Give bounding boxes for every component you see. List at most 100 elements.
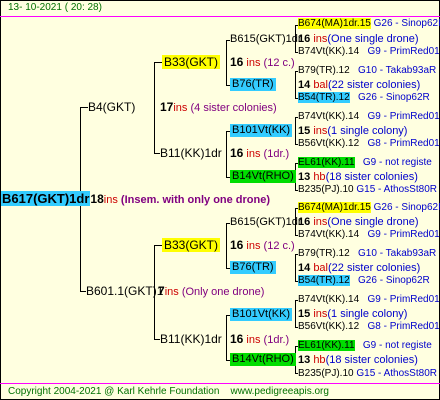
g1-num: 7 <box>158 284 165 298</box>
g1-num: 17 <box>160 100 174 114</box>
g3-info-7: 15 ins(1 single colony) <box>298 308 407 321</box>
g4-node-11[interactable]: B79(TR).12 G10 - Takab93aR <box>298 248 436 260</box>
g4-name: B235(PJ).10 <box>298 184 354 195</box>
g3-ins: bal <box>313 262 328 274</box>
root-note: (Insem. with only one drone) <box>120 194 271 206</box>
g4-node-14[interactable]: B56Vt(KK).12 G8 - PrimRed01 <box>298 321 440 333</box>
g4-node-2[interactable]: B74Vt(KK).14 G9 - PrimRed01 <box>298 46 440 58</box>
g3-info-6: 14 bal(22 sister colonies) <box>298 262 420 275</box>
g3-name: B101Vt(KK) <box>232 308 291 320</box>
g4-note: G26 - Sinop62R <box>373 18 440 29</box>
connector <box>226 131 227 177</box>
g4-note: G9 - not registe <box>362 340 432 351</box>
g3-num: 15 <box>298 308 311 320</box>
g4-node-5[interactable]: B74Vt(KK).14 G9 - PrimRed01 <box>298 111 440 123</box>
g2-node-2[interactable]: B11(KK)1dr <box>160 146 222 160</box>
g3-num: 14 <box>298 262 311 274</box>
g3-node-3[interactable]: B101Vt(KK) <box>230 124 293 137</box>
g2-name: B11(KK)1dr <box>160 332 222 346</box>
g3-num: 13 <box>298 354 311 366</box>
g3-num: 16 <box>298 216 311 228</box>
g3-note: (18 sister colonies) <box>325 171 418 183</box>
g3-node-8[interactable]: B14Vt(RHO) <box>230 353 296 366</box>
g3-note: (18 sister colonies) <box>325 354 418 366</box>
g3-num: 13 <box>298 171 311 183</box>
root-node[interactable]: B617(GKT)1dr18ins (Insem. with only one … <box>1 191 270 207</box>
g3-name: B615(GKT)1dr <box>230 33 302 45</box>
connector <box>154 62 162 63</box>
g4-node-10[interactable]: B74Vt(KK).14 G9 - PrimRed01 <box>298 229 440 241</box>
g2-info-4: 16 ins (1dr.) <box>230 332 289 347</box>
root-ins: ins <box>103 194 118 206</box>
g4-node-6[interactable]: B56Vt(KK).12 G8 - PrimRed01 <box>298 138 440 150</box>
g3-info-1: 16 ins(One single drone) <box>298 33 418 46</box>
g4-node-7[interactable]: EL61(KK).11 G9 - not registe <box>298 157 432 169</box>
g1-node-lower[interactable]: B601.1(GKT)1 <box>86 284 163 298</box>
g3-node-5[interactable]: B615(GKT)1dr <box>230 216 302 229</box>
g1-note: (4 sister colonies) <box>190 102 277 114</box>
g3-info-3: 15 ins(1 single colony) <box>298 125 407 138</box>
connector <box>295 71 296 98</box>
g2-note: (12 c.) <box>263 240 295 252</box>
connector <box>295 117 296 144</box>
g4-note: G26 - Sinop62R <box>358 275 430 286</box>
g4-name: B74Vt(KK).14 <box>298 294 360 305</box>
g4-name: EL61(KK).11 <box>298 157 355 168</box>
g3-node-1[interactable]: B615(GKT)1dr <box>230 33 302 46</box>
g3-note: (1 single colony) <box>327 125 408 137</box>
g3-name: B76(TR) <box>232 261 274 273</box>
g4-note: G15 - AthosSt80R <box>356 368 437 379</box>
g4-name: B74Vt(KK).14 <box>298 46 360 57</box>
g2-note: (1dr.) <box>263 148 290 160</box>
g3-ins: hb <box>313 171 326 183</box>
g4-name: B56Vt(KK).12 <box>298 321 360 332</box>
g1-info-upper: 17ins (4 sister colonies) <box>160 100 277 115</box>
g3-node-2[interactable]: B76(TR) <box>230 78 276 91</box>
g4-node-15[interactable]: EL61(KK).11 G9 - not registe <box>298 340 432 352</box>
g2-note: (12 c.) <box>263 57 295 69</box>
g3-num: 15 <box>298 125 311 137</box>
g3-name: B615(GKT)1dr <box>230 216 302 228</box>
g4-note: G9 - PrimRed01 <box>367 111 440 122</box>
g4-node-8[interactable]: B235(PJ).10 G15 - AthosSt80R <box>298 184 437 196</box>
g2-info-3: 16 ins (12 c.) <box>230 238 295 253</box>
g4-name: B674(MA)1dr.15 <box>298 202 371 213</box>
g4-note: G15 - AthosSt80R <box>356 184 437 195</box>
g4-node-4[interactable]: B54(TR).12 G26 - Sinop62R <box>298 92 430 104</box>
g3-info-8: 13 hb(18 sister colonies) <box>298 354 418 367</box>
g4-note: G9 - not registe <box>362 157 432 168</box>
g4-note: G9 - PrimRed01 <box>367 294 440 305</box>
connector <box>295 254 296 281</box>
g4-node-9[interactable]: B674(MA)1dr.15 G26 - Sinop62R <box>298 202 440 214</box>
g3-ins: ins <box>313 33 328 45</box>
g4-name: B79(TR).12 <box>298 248 350 259</box>
footer-rule <box>0 383 440 384</box>
g3-note: (One single drone) <box>327 33 419 45</box>
g4-node-13[interactable]: B74Vt(KK).14 G9 - PrimRed01 <box>298 294 440 306</box>
g1-node-upper[interactable]: B4(GKT) <box>88 100 135 114</box>
g3-node-7[interactable]: B101Vt(KK) <box>230 308 293 321</box>
g2-num: 16 <box>230 146 244 160</box>
g3-ins: ins <box>313 216 328 228</box>
footer: Copyright 2004-2021 @ Karl Kehrle Founda… <box>8 386 329 398</box>
g4-note: G8 - PrimRed01 <box>367 321 440 332</box>
g4-name: B235(PJ).10 <box>298 368 354 379</box>
g1-ins: ins <box>164 286 179 298</box>
g2-node-4[interactable]: B11(KK)1dr <box>160 332 222 346</box>
g4-name: B74Vt(KK).14 <box>298 111 360 122</box>
g2-node-3[interactable]: B33(GKT) <box>162 238 221 252</box>
g3-node-6[interactable]: B76(TR) <box>230 261 276 274</box>
g4-node-16[interactable]: B235(PJ).10 G15 - AthosSt80R <box>298 368 437 380</box>
g4-node-1[interactable]: B674(MA)1dr.15 G26 - Sinop62R <box>298 18 440 30</box>
g4-node-3[interactable]: B79(TR).12 G10 - Takab93aR <box>298 65 436 77</box>
g2-name: B11(KK)1dr <box>160 146 222 160</box>
g4-node-12[interactable]: B54(TR).12 G26 - Sinop62R <box>298 275 430 287</box>
g2-node-1[interactable]: B33(GKT) <box>162 55 221 69</box>
g3-info-5: 16 ins(One single drone) <box>298 216 418 229</box>
site-url[interactable]: www.pedigreeapis.org <box>231 386 329 397</box>
g3-node-4[interactable]: B14Vt(RHO) <box>230 170 296 183</box>
g3-info-4: 13 hb(18 sister colonies) <box>298 171 418 184</box>
g1-note: (Only one drone) <box>181 286 265 298</box>
g4-name: B674(MA)1dr.15 <box>298 18 371 29</box>
g2-num: 16 <box>230 332 244 346</box>
